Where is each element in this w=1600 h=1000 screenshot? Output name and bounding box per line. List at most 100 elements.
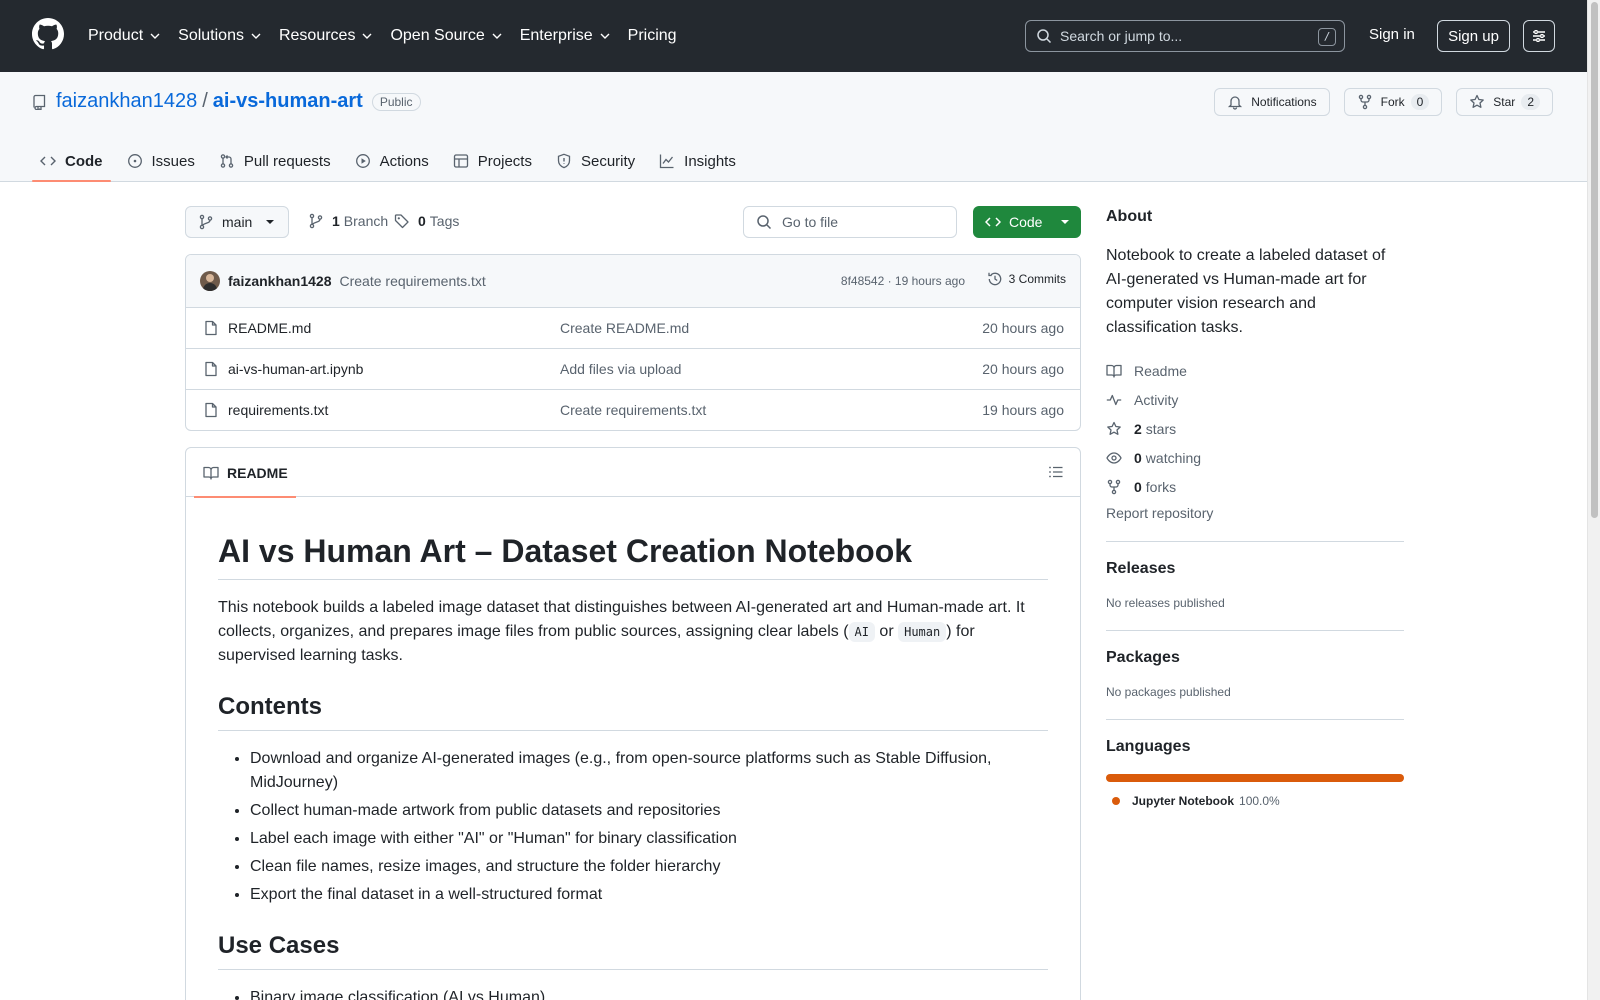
releases-heading[interactable]: Releases bbox=[1106, 560, 1404, 578]
readme-tab-label: README bbox=[227, 464, 288, 481]
tab-issues-label: Issues bbox=[151, 152, 195, 170]
graph-icon bbox=[660, 154, 674, 169]
notifications-button[interactable]: Notifications bbox=[1214, 88, 1330, 116]
file-commit-message[interactable]: Add files via upload bbox=[560, 361, 681, 377]
list-unordered-icon[interactable] bbox=[1048, 464, 1064, 480]
file-name-link[interactable]: README.md bbox=[228, 320, 311, 336]
nav-enterprise-label: Enterprise bbox=[519, 27, 593, 44]
tags-link[interactable]: 0 Tags bbox=[394, 213, 459, 229]
file-row[interactable]: README.md Create README.md 20 hours ago bbox=[186, 308, 1080, 349]
tab-pull-requests[interactable]: Pull requests bbox=[211, 140, 339, 182]
forks-count: 0 bbox=[1134, 478, 1142, 495]
readme-tab[interactable]: README bbox=[194, 448, 296, 498]
file-row[interactable]: ai-vs-human-art.ipynb Add files via uplo… bbox=[186, 349, 1080, 390]
nav-resources[interactable]: Resources bbox=[279, 27, 373, 45]
file-icon bbox=[205, 320, 217, 336]
caret-down-icon bbox=[266, 220, 274, 224]
tags-label: Tags bbox=[429, 213, 460, 229]
about-description: Notebook to create a labeled dataset of … bbox=[1106, 247, 1386, 336]
packages-section: Packages No packages published bbox=[1106, 630, 1404, 699]
readme-link-label: Readme bbox=[1134, 362, 1187, 379]
avatar[interactable] bbox=[200, 271, 220, 291]
commit-author-link[interactable]: faizankhan1428 bbox=[228, 273, 332, 289]
language-item[interactable]: Jupyter Notebook 100.0% bbox=[1112, 794, 1404, 808]
watching-link[interactable]: 0 watching bbox=[1106, 443, 1404, 472]
search-shortcut-key: / bbox=[1318, 28, 1336, 46]
activity-link[interactable]: Activity bbox=[1106, 385, 1404, 414]
fork-button[interactable]: Fork 0 bbox=[1343, 88, 1443, 116]
tab-security[interactable]: Security bbox=[548, 140, 643, 182]
repo-actions: Notifications Fork 0 Star 2 bbox=[1200, 88, 1553, 116]
list-item: Collect human-made artwork from public d… bbox=[250, 799, 1048, 823]
stars-link[interactable]: 2 stars bbox=[1106, 414, 1404, 443]
sign-up-button[interactable]: Sign up bbox=[1437, 20, 1510, 52]
report-repository-link[interactable]: Report repository bbox=[1106, 505, 1404, 521]
file-name-link[interactable]: requirements.txt bbox=[228, 402, 328, 418]
sign-in-link[interactable]: Sign in bbox=[1369, 26, 1415, 43]
nav-solutions[interactable]: Solutions bbox=[178, 27, 262, 45]
file-commit-date: 20 hours ago bbox=[982, 320, 1064, 336]
tab-issues[interactable]: Issues bbox=[119, 140, 203, 182]
code-dropdown-button[interactable]: Code bbox=[973, 206, 1081, 238]
menu-button[interactable] bbox=[1523, 20, 1555, 52]
list-item: Binary image classification (AI vs Human… bbox=[250, 986, 1048, 1000]
book-icon bbox=[203, 466, 219, 480]
file-icon bbox=[205, 361, 217, 377]
nav-product[interactable]: Product bbox=[88, 27, 161, 45]
nav-open-source[interactable]: Open Source bbox=[390, 27, 502, 45]
about-links: Readme Activity 2 stars 0 watching 0 for… bbox=[1106, 356, 1404, 501]
issue-opened-icon bbox=[127, 154, 142, 168]
git-pull-request-icon bbox=[220, 154, 234, 168]
nav-pricing-label: Pricing bbox=[627, 27, 677, 44]
file-commit-message[interactable]: Create README.md bbox=[560, 320, 689, 336]
bell-icon bbox=[1228, 96, 1243, 110]
go-to-file-placeholder: Go to file bbox=[782, 214, 839, 230]
nav-pricing[interactable]: Pricing bbox=[628, 27, 677, 45]
forks-link[interactable]: 0 forks bbox=[1106, 472, 1404, 501]
page-scrollbar[interactable] bbox=[1587, 0, 1600, 1000]
branch-select-button[interactable]: main bbox=[185, 206, 289, 238]
pulse-icon bbox=[1106, 394, 1122, 405]
commits-count: 3 Commits bbox=[1008, 272, 1066, 286]
contents-list: Download and organize AI-generated image… bbox=[218, 747, 1048, 907]
repo-owner-link[interactable]: faizankhan1428 bbox=[56, 90, 197, 113]
packages-note: No packages published bbox=[1106, 685, 1231, 699]
file-commit-message[interactable]: Create requirements.txt bbox=[560, 402, 706, 418]
tab-code[interactable]: Code bbox=[32, 140, 111, 182]
chevron-down-icon bbox=[600, 33, 610, 39]
scrollbar-thumb[interactable] bbox=[1591, 2, 1598, 518]
latest-commit-row: faizankhan1428 Create requirements.txt 8… bbox=[186, 255, 1080, 308]
go-to-file-input[interactable]: Go to file bbox=[743, 206, 957, 238]
caret-down-icon bbox=[1061, 220, 1069, 224]
about-heading: About bbox=[1106, 208, 1153, 225]
chevron-down-icon bbox=[362, 33, 372, 39]
commit-message-link[interactable]: Create requirements.txt bbox=[340, 273, 486, 289]
fork-count: 0 bbox=[1410, 94, 1430, 110]
readme-content: AI vs Human Art – Dataset Creation Noteb… bbox=[186, 531, 1080, 1000]
global-header: Product Solutions Resources Open Source … bbox=[0, 0, 1587, 72]
packages-heading[interactable]: Packages bbox=[1106, 649, 1404, 667]
code-button-label: Code bbox=[1009, 214, 1043, 230]
tags-count: 0 bbox=[418, 213, 426, 229]
global-search-input[interactable]: Search or jump to... / bbox=[1025, 20, 1345, 52]
tab-pull-requests-label: Pull requests bbox=[243, 152, 331, 170]
readme-intro: This notebook builds a labeled image dat… bbox=[218, 596, 1048, 668]
file-row[interactable]: requirements.txt Create requirements.txt… bbox=[186, 390, 1080, 430]
commits-history-link[interactable]: 3 Commits bbox=[987, 271, 1066, 287]
tab-insights[interactable]: Insights bbox=[651, 140, 744, 182]
file-name-link[interactable]: ai-vs-human-art.ipynb bbox=[228, 361, 363, 377]
repo-icon bbox=[33, 94, 46, 110]
star-button[interactable]: Star 2 bbox=[1456, 88, 1553, 116]
repo-name-link[interactable]: ai-vs-human-art bbox=[213, 90, 363, 113]
use-cases-heading: Use Cases bbox=[218, 931, 1048, 970]
tab-actions[interactable]: Actions bbox=[347, 140, 437, 182]
list-item: Download and organize AI-generated image… bbox=[250, 747, 1048, 795]
readme-link[interactable]: Readme bbox=[1106, 356, 1404, 385]
tab-projects[interactable]: Projects bbox=[445, 140, 540, 182]
readme-title: AI vs Human Art – Dataset Creation Noteb… bbox=[218, 531, 1048, 580]
github-logo-icon[interactable] bbox=[32, 18, 64, 50]
about-sidebar: About Notebook to create a labeled datas… bbox=[1106, 208, 1404, 808]
branches-link[interactable]: 1 Branch bbox=[308, 213, 388, 229]
commit-sha-time[interactable]: 8f48542 · 19 hours ago bbox=[841, 274, 965, 288]
nav-enterprise[interactable]: Enterprise bbox=[520, 27, 611, 45]
